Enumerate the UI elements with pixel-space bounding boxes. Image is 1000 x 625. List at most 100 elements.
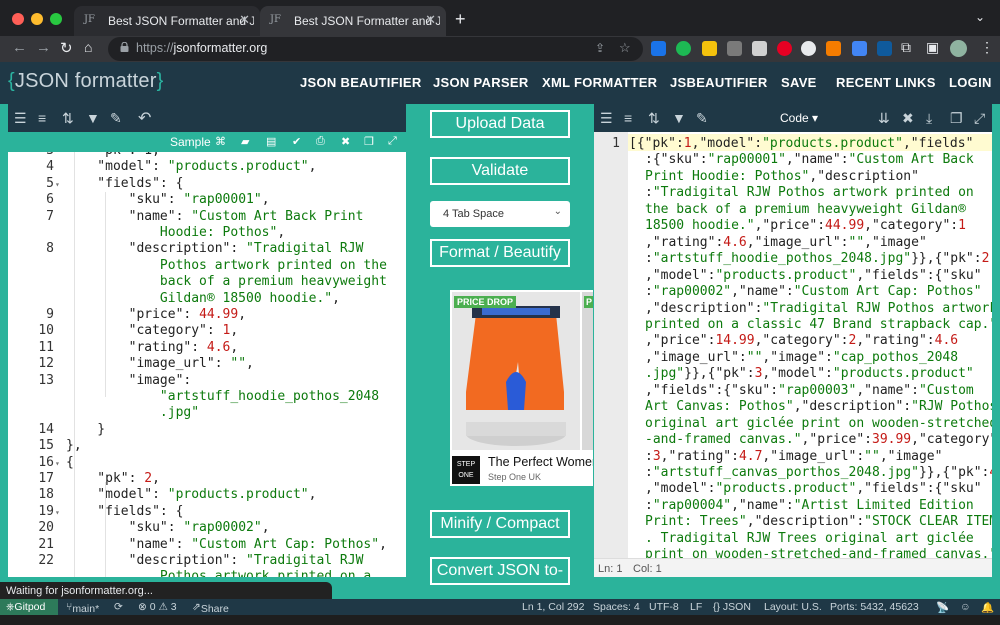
share-link-icon[interactable]: ⌘ (215, 135, 226, 148)
fold-arrow-icon[interactable]: ▾ (55, 180, 60, 189)
notifications-bell-icon[interactable]: 🔔 (981, 601, 994, 614)
share-status[interactable]: ⇗ Share (192, 601, 229, 615)
extension-evernote-icon[interactable] (676, 41, 691, 56)
broadcast-icon[interactable]: 📡 (936, 601, 949, 614)
nav-xml-formatter[interactable]: XML FORMATTER (542, 75, 657, 90)
output-code-area[interactable]: 1 [{"pk":1,"model":"products.product","f… (594, 132, 992, 558)
keyboard-layout[interactable]: Layout: U.S. (764, 601, 822, 613)
filter-icon[interactable]: ▼ (672, 110, 686, 126)
sync-icon[interactable]: ⟳ (114, 601, 123, 613)
extension-tool-icon[interactable] (727, 41, 742, 56)
copy-icon[interactable]: ❐ (950, 110, 963, 127)
sample-button[interactable]: Sample (170, 135, 211, 149)
extension-check-icon[interactable] (651, 41, 666, 56)
extension-pinterest-icon[interactable] (777, 41, 792, 56)
code-token: "products.product" (167, 159, 309, 175)
format-icon[interactable]: ☰ (14, 110, 27, 127)
browser-tab-2[interactable]: JF Best JSON Formatter and JSON ✕ (260, 6, 446, 36)
format-icon[interactable]: ☰ (600, 110, 613, 127)
print-icon[interactable]: ⎙ (316, 135, 325, 148)
repair-wrench-icon[interactable]: ✎ (110, 110, 122, 127)
ports[interactable]: Ports: 5432, 45623 (830, 601, 919, 613)
extension-grey-icon[interactable] (752, 41, 767, 56)
format-beautify-button[interactable]: Format / Beautify (430, 239, 570, 267)
minify-compact-button[interactable]: Minify / Compact (430, 510, 570, 538)
advertisement[interactable]: PRICE DROP P STEP ONE The Perfect Women S… (450, 290, 593, 486)
forward-icon[interactable]: → (36, 39, 51, 56)
new-tab-button[interactable]: + (455, 9, 466, 30)
browser-tab-1[interactable]: JF Best JSON Formatter and JSON ✕ (74, 6, 260, 36)
bookmark-star-icon[interactable]: ☆ (619, 40, 631, 56)
encoding[interactable]: UTF-8 (649, 601, 679, 613)
close-tab-icon[interactable]: ✕ (425, 12, 436, 28)
code-token: "Tradigital RJW (246, 241, 364, 257)
account-icon[interactable]: ☺ (960, 601, 971, 613)
sort-icon[interactable]: ⇅ (62, 110, 74, 127)
indentation[interactable]: Spaces: 4 (593, 601, 640, 613)
nav-login[interactable]: LOGIN (949, 75, 992, 90)
maximize-window-button[interactable] (50, 13, 62, 25)
problems-indicator[interactable]: ⊗ 0 ⚠ 3 (138, 601, 177, 613)
validate-button[interactable]: Validate (430, 157, 570, 185)
address-bar[interactable]: https://jsonformatter.org ⇪ ☆ (108, 37, 643, 61)
open-file-icon[interactable]: ▰ (241, 135, 249, 148)
minimize-window-button[interactable] (31, 13, 43, 25)
filter-icon[interactable]: ▼ (86, 110, 100, 126)
git-branch[interactable]: ⑂ main* (66, 601, 99, 615)
cursor-position[interactable]: Ln 1, Col 292 (522, 601, 584, 613)
nav-recent-links[interactable]: RECENT LINKS (836, 75, 936, 90)
tab-search-icon[interactable]: ⌄ (975, 10, 985, 24)
download-arrow-icon[interactable]: ⇊ (878, 110, 890, 127)
compact-icon[interactable]: ≡ (38, 110, 46, 126)
language-mode[interactable]: {} JSON (713, 601, 751, 613)
side-panel-icon[interactable]: ▣ (926, 39, 939, 56)
code-token: .jpg" (645, 366, 685, 382)
code-mode-dropdown[interactable]: Code ▾ (780, 111, 818, 125)
code-line: "sku": "rap00001", (66, 192, 270, 207)
extension-cloud-icon[interactable] (877, 41, 892, 56)
undo-icon[interactable]: ↶ (138, 108, 151, 128)
code-line: :"artstuff_canvas_porthos_2048.jpg"}},{"… (645, 465, 992, 480)
code-token: : (645, 185, 653, 201)
gitpod-button[interactable]: ⎈ Gitpod (0, 599, 58, 615)
download-icon[interactable]: ⤓ (926, 110, 932, 127)
extension-notes-icon[interactable] (702, 41, 717, 56)
clear-icon[interactable]: ✖ (341, 135, 350, 148)
extension-grammar-icon[interactable] (826, 41, 841, 56)
extension-github-icon[interactable] (801, 41, 816, 56)
copy-icon[interactable]: ❐ (364, 135, 374, 148)
tab-space-select[interactable]: 4 Tab Space ⌄ (430, 201, 570, 227)
code-token: ,"image" (864, 234, 927, 250)
save-file-icon[interactable]: ▤ (266, 135, 276, 148)
compact-icon[interactable]: ≡ (624, 110, 632, 126)
sort-icon[interactable]: ⇅ (648, 110, 660, 127)
close-tab-icon[interactable]: ✕ (239, 12, 250, 28)
fold-arrow-icon[interactable]: ▾ (55, 459, 60, 468)
back-icon[interactable]: ← (12, 39, 27, 56)
close-window-button[interactable] (12, 13, 24, 25)
nav-json-beautifier[interactable]: JSON BEAUTIFIER (300, 75, 422, 90)
clear-icon[interactable]: ✖ (902, 110, 914, 127)
fold-arrow-icon[interactable]: ▾ (55, 508, 60, 517)
nav-jsbeautifier[interactable]: JSBEAUTIFIER (670, 75, 768, 90)
upload-data-button[interactable]: Upload Data (430, 110, 570, 138)
extensions-puzzle-icon[interactable]: ⧉ (901, 39, 911, 56)
home-icon[interactable]: ⌂ (84, 39, 92, 55)
browser-menu-icon[interactable]: ⋮ (980, 39, 994, 56)
reload-icon[interactable]: ↻ (60, 39, 73, 57)
site-logo[interactable]: {JSON formatter} (8, 70, 164, 93)
input-code-area[interactable]: 345▾678910111213141516▾171819▾202122 "pk… (8, 152, 406, 577)
validate-check-icon[interactable]: ✔ (292, 135, 301, 148)
share-icon[interactable]: ⇪ (595, 41, 605, 55)
nav-json-parser[interactable]: JSON PARSER (433, 75, 529, 90)
profile-avatar[interactable] (950, 40, 967, 57)
convert-json-button[interactable]: Convert JSON to- (430, 557, 570, 585)
repair-wrench-icon[interactable]: ✎ (696, 110, 708, 127)
nav-save[interactable]: SAVE (781, 75, 817, 90)
code-token: Print: Trees" (645, 514, 747, 530)
code-token: , (238, 307, 247, 322)
extension-blue-icon[interactable] (852, 41, 867, 56)
fullscreen-icon[interactable]: ⤢ (388, 135, 397, 148)
end-of-line[interactable]: LF (690, 601, 702, 613)
fullscreen-icon[interactable]: ⤢ (974, 110, 985, 127)
